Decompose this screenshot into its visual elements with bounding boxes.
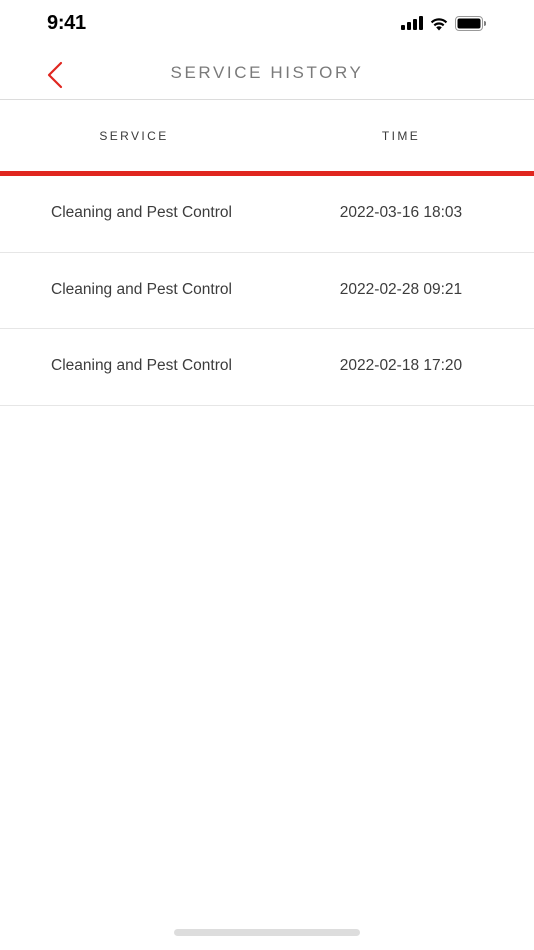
table-row[interactable]: Cleaning and Pest Control 2022-03-16 18:…	[0, 176, 534, 253]
service-history-screen: 9:41 SERVICE HISTORY SERVICE TIME Cleani…	[0, 0, 534, 950]
status-bar: 9:41	[0, 0, 534, 48]
service-name: Cleaning and Pest Control	[51, 204, 232, 221]
service-history-list: Cleaning and Pest Control 2022-03-16 18:…	[0, 176, 534, 406]
page-title: SERVICE HISTORY	[170, 63, 364, 82]
status-icons	[401, 14, 486, 32]
service-time: 2022-03-16 18:03	[339, 204, 463, 221]
table-row[interactable]: Cleaning and Pest Control 2022-02-28 09:…	[0, 253, 534, 329]
table-row[interactable]: Cleaning and Pest Control 2022-02-18 17:…	[0, 329, 534, 406]
service-time: 2022-02-28 09:21	[339, 280, 463, 298]
column-header-time: TIME	[381, 129, 421, 143]
service-time: 2022-02-18 17:20	[339, 357, 463, 374]
status-time: 9:41	[47, 12, 86, 34]
wifi-icon	[429, 16, 449, 31]
home-indicator[interactable]	[174, 929, 360, 936]
table-header: SERVICE TIME	[0, 101, 534, 171]
battery-icon	[455, 15, 486, 31]
column-header-service: SERVICE	[99, 129, 169, 143]
service-name: Cleaning and Pest Control	[51, 280, 232, 298]
navigation-bar: SERVICE HISTORY	[0, 48, 534, 100]
cellular-signal-icon	[401, 16, 423, 30]
service-name: Cleaning and Pest Control	[51, 357, 232, 374]
